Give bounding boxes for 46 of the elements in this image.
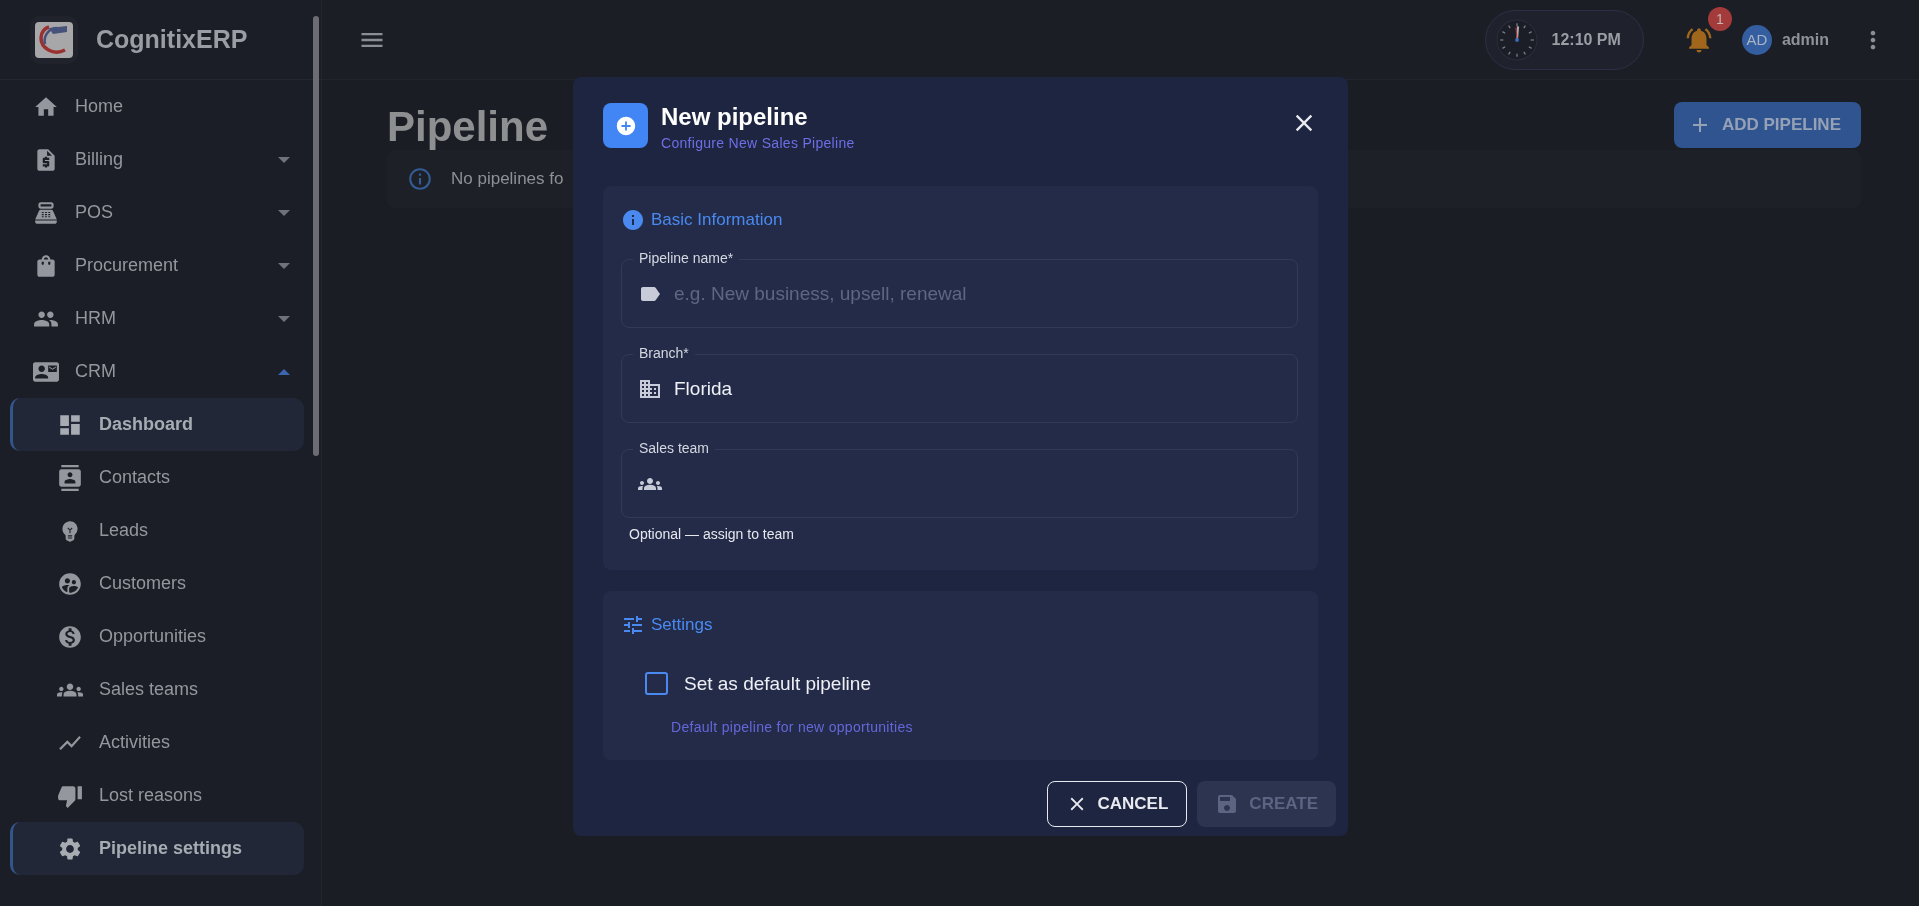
section-title: Basic Information [651, 210, 783, 230]
sidebar-item[interactable]: Sales teams [10, 663, 304, 716]
sidebar-item[interactable]: CRM [10, 345, 304, 398]
text-input[interactable]: e.g. New business, upsell, renewal [674, 280, 1281, 307]
text-input[interactable]: Florida [674, 375, 1281, 402]
page-title: Pipeline [387, 106, 549, 148]
cash-register-icon [33, 199, 59, 226]
clock-time: 12:10 PM [1551, 30, 1621, 49]
contacts-icon [57, 464, 83, 491]
field-label: Pipeline name* [633, 250, 740, 266]
sidebar-item[interactable]: Activities [10, 716, 304, 769]
info-icon [621, 208, 645, 232]
sidebar-item[interactable]: Customers [10, 557, 304, 610]
helper-text: Default pipeline for new opportunities [671, 719, 914, 735]
sidebar-item[interactable]: Pipeline settings [10, 822, 304, 875]
notification-badge: 1 [1707, 6, 1732, 31]
section-title: Settings [651, 615, 713, 635]
default-checkbox[interactable]: Set as default pipeline [621, 672, 1298, 695]
sidebar-item[interactable]: Billing [10, 133, 304, 186]
sidebar-item[interactable]: Dashboard [10, 398, 304, 451]
user-name[interactable]: admin [1781, 30, 1829, 49]
sidebar-item[interactable]: Contacts [10, 451, 304, 504]
alert-text: No pipelines fo [451, 169, 564, 189]
add-pipeline-button[interactable]: ADD PIPELINE [1673, 102, 1861, 148]
sliders-icon [621, 613, 645, 637]
field-label: Branch* [633, 345, 695, 361]
sidebar-item[interactable]: HRM [10, 292, 304, 345]
info-icon [407, 166, 433, 192]
sidebar-item[interactable]: Lost reasons [10, 769, 304, 822]
checkbox[interactable] [645, 672, 668, 695]
sidebar-item[interactable]: Opportunities [10, 610, 304, 663]
sidebar-item[interactable]: Home [10, 80, 304, 133]
clock-icon [1495, 18, 1538, 61]
scrollbar-thumb[interactable] [313, 16, 319, 456]
sidebar-item[interactable]: Leads [10, 504, 304, 557]
cancel-button[interactable]: CANCEL [1046, 781, 1188, 827]
sidebar-item[interactable]: Procurement [10, 239, 304, 292]
logo-icon [35, 21, 73, 58]
app-name: CognitixERP [96, 25, 248, 54]
sidebar-item[interactable]: POS [10, 186, 304, 239]
helper-text: Optional — assign to team [629, 526, 795, 542]
avatar[interactable]: AD [1741, 24, 1772, 55]
field-label: Sales team [633, 440, 716, 456]
dollar-coin-icon [57, 623, 83, 650]
dialog-subtitle: Configure New Sales Pipeline [661, 135, 856, 151]
dialog-title: New pipeline [661, 103, 809, 131]
